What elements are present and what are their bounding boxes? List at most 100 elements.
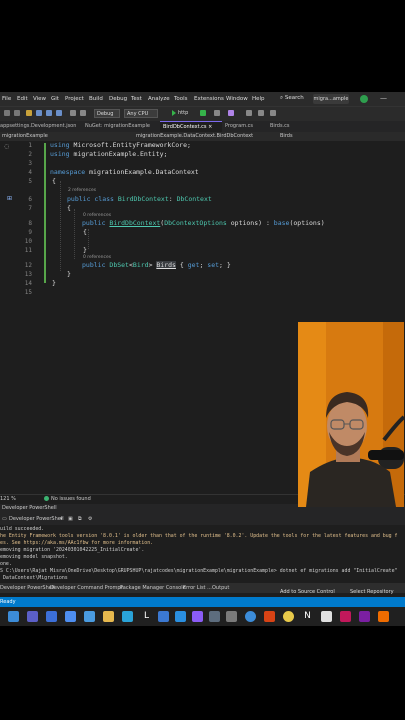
navigation-bar: migrationExample migrationExample.DataCo… [0, 132, 405, 141]
terminal-title: Developer PowerShell [2, 505, 57, 511]
app2-icon[interactable] [245, 611, 256, 622]
l-icon[interactable]: L [141, 611, 152, 622]
menu-extensions[interactable]: Extensions [194, 96, 224, 102]
comment-icon[interactable] [258, 110, 264, 116]
menu-build[interactable]: Build [89, 96, 103, 102]
mail-icon[interactable] [65, 611, 76, 622]
app6-icon[interactable] [359, 611, 370, 622]
nav-project[interactable]: migrationExample [2, 132, 48, 141]
collapse-icon[interactable]: ◌ [4, 143, 9, 150]
format-icon[interactable] [246, 110, 252, 116]
save-all-icon[interactable] [56, 110, 62, 116]
tab-error-list[interactable]: Error List ... [183, 583, 212, 593]
chevron-down-icon[interactable]: ▾ [60, 513, 63, 525]
nav-class[interactable]: migrationExample.DataContext.BirdDbConte… [136, 132, 253, 141]
vscode-icon[interactable] [175, 611, 186, 622]
edge2-icon[interactable] [122, 611, 133, 622]
tab-birddbcontext[interactable]: BirdDbContext.cs × [160, 121, 222, 132]
nav-member[interactable]: Birds [280, 132, 293, 141]
issues-label: No issues found [51, 496, 91, 502]
minimize-icon[interactable]: — [380, 94, 387, 102]
search-box[interactable]: ⌕ Search [280, 95, 304, 102]
menu-test[interactable]: Test [131, 96, 142, 102]
run-button[interactable]: http [172, 109, 196, 118]
store-icon[interactable] [46, 611, 57, 622]
menu-view[interactable]: View [33, 96, 46, 102]
platform-select[interactable]: Any CPU [124, 109, 158, 118]
notion-icon[interactable]: N [302, 611, 313, 622]
menu-project[interactable]: Project [65, 96, 84, 102]
prop-references[interactable]: 0 references [83, 255, 111, 260]
terminal-line: emoving migration '20240301042225_Initia… [0, 547, 145, 553]
code-line-8: public BirdDbContext(DbContextOptions op… [82, 219, 325, 227]
postman-icon[interactable] [378, 611, 389, 622]
extension-icon[interactable] [228, 110, 234, 116]
redo-icon[interactable] [80, 110, 86, 116]
forward-icon[interactable] [14, 110, 20, 116]
tab-developer-command-prompt[interactable]: Developer Command Prompt [50, 583, 123, 593]
tab-nuget[interactable]: NuGet: migrationExample [85, 121, 157, 132]
menu-analyze[interactable]: Analyze [148, 96, 170, 102]
class-references[interactable]: 2 references [68, 188, 96, 193]
code-line-5: { [52, 177, 56, 185]
change-marker [44, 143, 46, 283]
menu-help[interactable]: Help [252, 96, 265, 102]
tab-appsettings[interactable]: appsettings.Development.json [0, 121, 80, 132]
new-file-icon[interactable] [26, 110, 32, 116]
tab-package-manager-console[interactable]: Package Manager Console [120, 583, 186, 593]
edge-icon[interactable] [8, 611, 19, 622]
select-repository[interactable]: Select Repository [350, 587, 394, 597]
mail2-icon[interactable] [158, 611, 169, 622]
app5-icon[interactable] [340, 611, 351, 622]
tab-output[interactable]: Output [212, 583, 229, 593]
settings-icon[interactable]: ⚙ [88, 513, 92, 525]
config-select[interactable]: Debug [94, 109, 120, 118]
settings-icon[interactable] [226, 611, 237, 622]
undo-icon[interactable] [70, 110, 76, 116]
refresh-icon[interactable] [214, 110, 220, 116]
back-icon[interactable] [4, 110, 10, 116]
menu-window[interactable]: Window [226, 96, 248, 102]
terminal-line: S C:\Users\Rajat Misra\OneDrive\Desktop\… [0, 568, 398, 574]
explorer-icon[interactable] [103, 611, 114, 622]
bottom-tool-tabs: Developer PowerShell Developer Command P… [0, 583, 405, 593]
teams-icon[interactable] [27, 611, 38, 622]
code-line-1: using Microsoft.EntityFrameworkCore; [50, 141, 191, 149]
uncomment-icon[interactable] [270, 110, 276, 116]
account-avatar[interactable] [360, 95, 368, 103]
terminal-output[interactable]: uild succeeded. he Entity Framework tool… [0, 525, 405, 585]
menu-git[interactable]: Git [51, 96, 59, 102]
app3-icon[interactable] [264, 611, 275, 622]
vs-icon[interactable] [192, 611, 203, 622]
save-icon[interactable] [46, 110, 52, 116]
search-label: Search [284, 95, 304, 101]
close-icon[interactable]: × [208, 124, 212, 130]
open-icon[interactable] [36, 110, 42, 116]
zoom-level[interactable]: 121 % [0, 495, 16, 504]
ctor-references[interactable]: 0 references [83, 213, 111, 218]
tab-developer-powershell[interactable]: Developer PowerShell [0, 583, 55, 593]
tab-birds[interactable]: Birds.cs [270, 121, 300, 132]
app4-icon[interactable] [321, 611, 332, 622]
menu-tools[interactable]: Tools [174, 96, 188, 102]
add-source-control[interactable]: Add to Source Control [280, 587, 335, 597]
run-label: http [178, 110, 189, 116]
line-number: 13 [24, 271, 32, 278]
taskbar: L N [0, 607, 405, 626]
code-line-13: } [67, 270, 71, 278]
menu-debug[interactable]: Debug [109, 96, 127, 102]
copy-icon[interactable]: ⧉ [78, 513, 82, 525]
terminal-tabbar: ▭ Developer PowerShell ▾ ▣ ⧉ ⚙ [0, 513, 405, 525]
menu-edit[interactable]: Edit [17, 96, 28, 102]
line-number: 12 [24, 262, 32, 269]
photos-icon[interactable] [209, 611, 220, 622]
chrome-icon[interactable] [283, 611, 294, 622]
issues-indicator[interactable]: No issues found [44, 495, 91, 504]
tab-program[interactable]: Program.cs [225, 121, 265, 132]
menu-file[interactable]: File [2, 96, 11, 102]
start-without-debug-icon[interactable] [200, 110, 206, 116]
app-icon[interactable] [84, 611, 95, 622]
implementation-icon[interactable]: ⊞ [7, 195, 12, 202]
new-terminal-icon[interactable]: ▣ [68, 513, 73, 525]
terminal-tab[interactable]: Developer PowerShell [9, 513, 64, 525]
